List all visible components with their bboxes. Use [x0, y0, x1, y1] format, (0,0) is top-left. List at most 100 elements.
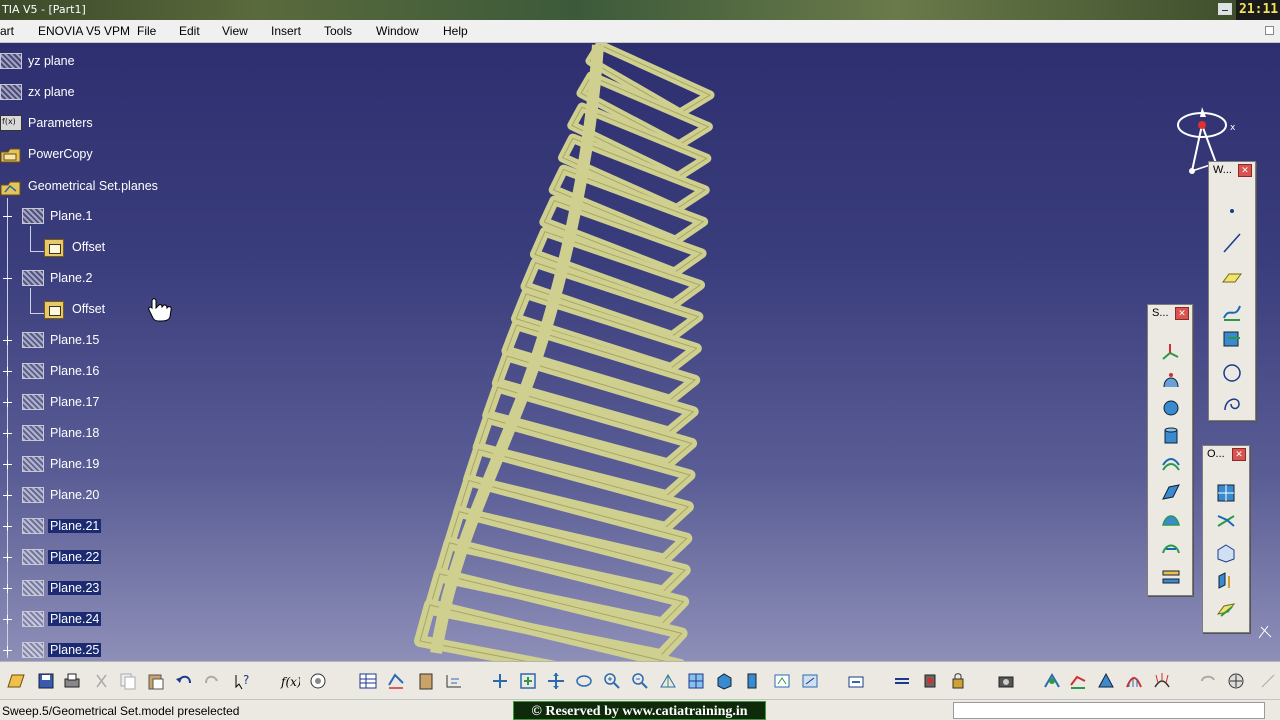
join-icon[interactable] [1215, 482, 1237, 504]
menu-window[interactable]: Window [376, 24, 419, 38]
hide-show-icon[interactable] [772, 671, 792, 691]
copy-icon[interactable] [118, 671, 138, 691]
extrude-icon[interactable] [1160, 341, 1182, 363]
expand-icon[interactable] [3, 367, 12, 376]
knowledge-icon[interactable] [308, 671, 328, 691]
tree-item-plane-23[interactable]: Plane.23 [0, 578, 200, 600]
save-icon[interactable] [36, 671, 56, 691]
tree-item-plane-2[interactable]: Plane.2 [0, 268, 200, 290]
catalog-icon[interactable] [416, 671, 436, 691]
close-icon[interactable]: ✕ [1232, 448, 1246, 461]
connect-checker-icon[interactable] [1068, 671, 1088, 691]
pan-icon[interactable] [546, 671, 566, 691]
projection-icon[interactable] [1221, 300, 1243, 322]
line-icon[interactable] [1221, 232, 1243, 254]
minimize-button[interactable] [1218, 3, 1232, 15]
tree-item-plane-1[interactable]: Plane.1 [0, 206, 200, 228]
tree-item-plane-18[interactable]: Plane.18 [0, 423, 200, 445]
redo-icon[interactable] [202, 671, 222, 691]
extract-icon[interactable] [1215, 570, 1237, 592]
iso-view-icon[interactable] [714, 671, 734, 691]
fit-all-icon[interactable] [518, 671, 538, 691]
new-icon[interactable] [6, 671, 26, 691]
toolbar-header[interactable]: O... ✕ [1203, 446, 1249, 464]
menu-view[interactable]: View [222, 24, 248, 38]
cut-icon[interactable] [92, 671, 112, 691]
circle-icon[interactable] [1221, 362, 1243, 384]
tree-item-plane-16[interactable]: Plane.16 [0, 361, 200, 383]
collapse-icon[interactable] [3, 212, 12, 221]
menu-insert[interactable]: Insert [271, 24, 301, 38]
revolve-icon[interactable] [1160, 369, 1182, 391]
point-icon[interactable] [1221, 200, 1243, 222]
expand-icon[interactable] [3, 553, 12, 562]
expand-icon[interactable] [3, 491, 12, 500]
fly-icon[interactable] [490, 671, 510, 691]
tree-item-offset[interactable]: Offset [0, 237, 200, 259]
intersection-icon[interactable] [1221, 328, 1243, 350]
tree-item-plane-19[interactable]: Plane.19 [0, 454, 200, 476]
close-icon[interactable]: ✕ [1238, 164, 1252, 177]
tree-item-yz-plane[interactable]: yz plane [0, 51, 200, 73]
rotate-icon[interactable] [574, 671, 594, 691]
tree-item-plane-20[interactable]: Plane.20 [0, 485, 200, 507]
blend-icon[interactable] [1160, 565, 1182, 587]
camera-icon[interactable] [996, 671, 1016, 691]
boundary-icon[interactable] [1215, 542, 1237, 564]
tree-item-plane-15[interactable]: Plane.15 [0, 330, 200, 352]
analysis-icon[interactable] [1042, 671, 1062, 691]
expand-icon[interactable] [3, 522, 12, 531]
shading-icon[interactable] [742, 671, 762, 691]
multi-section-icon[interactable] [1160, 537, 1182, 559]
curvature-icon[interactable] [1124, 671, 1144, 691]
sweep-icon[interactable] [1160, 481, 1182, 503]
menu-start[interactable]: art [0, 24, 14, 38]
3d-viewport[interactable]: yz plane zx plane Parameters PowerCopy G… [0, 43, 1280, 661]
menu-enovia[interactable]: ENOVIA V5 VPM [38, 24, 130, 38]
expand-icon[interactable] [3, 615, 12, 624]
more-tools-icon[interactable] [1258, 671, 1278, 691]
multi-view-icon[interactable] [686, 671, 706, 691]
porcupine-icon[interactable] [1152, 671, 1172, 691]
expand-icon[interactable] [3, 429, 12, 438]
offset-surface-icon[interactable] [1160, 453, 1182, 475]
sketch-icon[interactable] [386, 671, 406, 691]
toolbar-header[interactable]: S... ✕ [1148, 305, 1192, 323]
tree-item-zx-plane[interactable]: zx plane [0, 82, 200, 104]
tree-item-powercopy[interactable]: PowerCopy [0, 144, 200, 166]
expand-icon[interactable] [3, 460, 12, 469]
close-icon[interactable]: ✕ [1175, 307, 1189, 320]
settings-icon[interactable] [1226, 671, 1246, 691]
refresh-icon[interactable] [1198, 671, 1218, 691]
zoom-out-icon[interactable] [630, 671, 650, 691]
menu-edit[interactable]: Edit [179, 24, 200, 38]
paste-icon[interactable] [146, 671, 166, 691]
zoom-in-icon[interactable] [602, 671, 622, 691]
command-input[interactable] [953, 702, 1265, 719]
update-icon[interactable] [846, 671, 866, 691]
menu-file[interactable]: File [137, 24, 156, 38]
tree-item-plane-25[interactable]: Plane.25 [0, 640, 200, 661]
tree-item-plane-17[interactable]: Plane.17 [0, 392, 200, 414]
table-icon[interactable] [358, 671, 378, 691]
restore-icon[interactable] [1265, 26, 1274, 35]
expand-icon[interactable] [3, 398, 12, 407]
undo-icon[interactable] [174, 671, 194, 691]
plane-icon[interactable] [1221, 266, 1243, 288]
fill-icon[interactable] [1160, 509, 1182, 531]
translate-icon[interactable] [1215, 598, 1237, 620]
print-icon[interactable] [62, 671, 82, 691]
sphere-icon[interactable] [1160, 397, 1182, 419]
collapse-icon[interactable] [3, 274, 12, 283]
expand-icon[interactable] [3, 336, 12, 345]
expand-icon[interactable] [3, 646, 12, 655]
spline-icon[interactable] [1221, 392, 1243, 414]
tree-item-plane-21[interactable]: Plane.21 [0, 516, 200, 538]
normal-view-icon[interactable] [658, 671, 678, 691]
expand-icon[interactable] [3, 584, 12, 593]
tree-item-geometrical-set-planes[interactable]: Geometrical Set.planes [0, 176, 220, 198]
cylinder-icon[interactable] [1160, 425, 1182, 447]
toolbar-header[interactable]: W... ✕ [1209, 162, 1255, 180]
tree-item-plane-22[interactable]: Plane.22 [0, 547, 200, 569]
menu-help[interactable]: Help [443, 24, 468, 38]
